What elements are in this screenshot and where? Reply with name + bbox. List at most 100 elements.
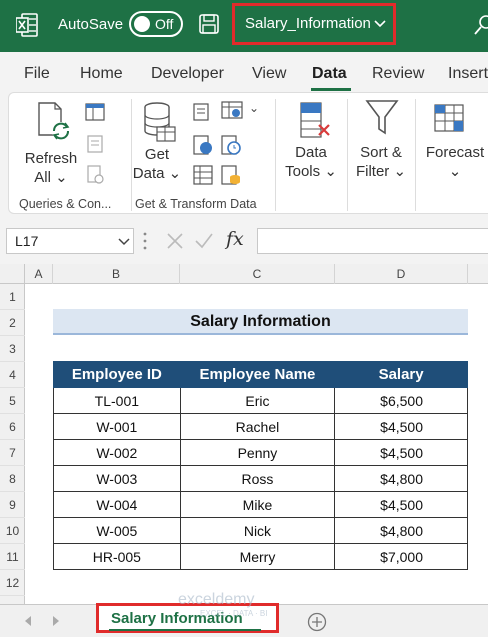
chevron-down-icon: ⌄ bbox=[324, 163, 337, 180]
row-header[interactable]: 8 bbox=[0, 466, 25, 492]
cancel-icon[interactable] bbox=[166, 232, 184, 250]
employee-id-cell[interactable]: TL-001 bbox=[53, 387, 181, 414]
table-row: W-005 Nick $4,800 bbox=[53, 517, 468, 544]
salary-cell[interactable]: $4,500 bbox=[334, 439, 468, 466]
tab-insert[interactable]: Insert bbox=[448, 65, 488, 83]
sheet-title-cell[interactable]: Salary Information bbox=[53, 309, 468, 335]
row-header[interactable]: 1 bbox=[0, 284, 25, 310]
row-header[interactable]: 9 bbox=[0, 492, 25, 518]
tab-file[interactable]: File bbox=[24, 65, 50, 83]
sheet-tab-bar: Salary Information exceldemy EXCEL · DAT… bbox=[0, 591, 488, 637]
properties-icon[interactable] bbox=[87, 135, 103, 153]
insert-function-icon[interactable]: fx bbox=[226, 228, 244, 250]
tab-review[interactable]: Review bbox=[372, 65, 424, 83]
header-employee-name[interactable]: Employee Name bbox=[179, 361, 336, 388]
table-row: HR-005 Merry $7,000 bbox=[53, 543, 468, 570]
toggle-knob bbox=[134, 16, 150, 32]
row-header[interactable]: 10 bbox=[0, 518, 25, 544]
employee-id-cell[interactable]: W-002 bbox=[53, 439, 181, 466]
column-header-b[interactable]: B bbox=[53, 264, 180, 284]
employee-id-cell[interactable]: W-005 bbox=[53, 517, 181, 544]
employee-id-cell[interactable]: HR-005 bbox=[53, 543, 181, 570]
chevron-left-icon[interactable] bbox=[24, 616, 32, 626]
row-header[interactable]: 12 bbox=[0, 570, 25, 596]
group-separator bbox=[415, 99, 416, 211]
employee-name-cell[interactable]: Eric bbox=[179, 387, 336, 414]
forecast-button[interactable]: Forecast ⌄ bbox=[421, 143, 488, 181]
refresh-all-button[interactable]: Refresh All ⌄ bbox=[23, 149, 79, 187]
add-sheet-icon[interactable] bbox=[307, 612, 327, 632]
autosave-toggle[interactable]: Off bbox=[129, 11, 183, 37]
recent-sources-icon[interactable] bbox=[221, 135, 241, 155]
name-box[interactable]: L17 bbox=[6, 228, 134, 254]
row-header[interactable]: 6 bbox=[0, 414, 25, 440]
column-header-d[interactable]: D bbox=[335, 264, 468, 284]
search-icon[interactable] bbox=[474, 14, 488, 36]
salary-cell[interactable]: $4,500 bbox=[334, 413, 468, 440]
row-header[interactable]: 5 bbox=[0, 388, 25, 414]
chevron-down-icon[interactable]: ⌄ bbox=[249, 101, 259, 115]
employee-name-cell[interactable]: Nick bbox=[179, 517, 336, 544]
row-header[interactable]: 4 bbox=[0, 362, 25, 388]
filename-dropdown[interactable]: Salary_Information bbox=[232, 3, 396, 45]
salary-cell[interactable]: $7,000 bbox=[334, 543, 468, 570]
salary-cell[interactable]: $6,500 bbox=[334, 387, 468, 414]
employee-id-cell[interactable]: W-004 bbox=[53, 491, 181, 518]
header-salary[interactable]: Salary bbox=[334, 361, 468, 388]
more-options-icon[interactable] bbox=[143, 232, 147, 250]
employee-name-cell[interactable]: Ross bbox=[179, 465, 336, 492]
chevron-down-icon bbox=[118, 238, 130, 246]
from-table-range-icon[interactable] bbox=[193, 165, 213, 185]
formula-input[interactable] bbox=[257, 228, 488, 254]
salary-cell[interactable]: $4,500 bbox=[334, 491, 468, 518]
queries-connections-icon[interactable] bbox=[85, 103, 105, 121]
header-employee-id[interactable]: Employee ID bbox=[53, 361, 181, 388]
salary-cell[interactable]: $4,800 bbox=[334, 465, 468, 492]
column-header-a[interactable]: A bbox=[25, 264, 53, 284]
save-icon[interactable] bbox=[198, 13, 220, 35]
chevron-right-icon[interactable] bbox=[52, 616, 60, 626]
employee-id-cell[interactable]: W-003 bbox=[53, 465, 181, 492]
active-tab-indicator bbox=[311, 88, 351, 91]
row-header[interactable]: 11 bbox=[0, 544, 25, 570]
employee-name-cell[interactable]: Penny bbox=[179, 439, 336, 466]
get-data-icon[interactable] bbox=[141, 101, 177, 143]
excel-logo-icon bbox=[16, 13, 38, 37]
employee-name-cell[interactable]: Rachel bbox=[179, 413, 336, 440]
existing-connections-icon[interactable] bbox=[221, 165, 241, 185]
filter-funnel-icon[interactable] bbox=[365, 99, 399, 139]
tab-developer[interactable]: Developer bbox=[151, 65, 224, 83]
autosave-label: AutoSave bbox=[58, 16, 124, 33]
tab-home[interactable]: Home bbox=[80, 65, 123, 83]
tab-view[interactable]: View bbox=[252, 65, 286, 83]
data-tools-button[interactable]: Data Tools ⌄ bbox=[285, 143, 337, 181]
from-web-table-icon[interactable] bbox=[221, 101, 243, 121]
title-bar: AutoSave Off Salary_Information bbox=[0, 0, 488, 52]
ribbon-panel: Refresh All ⌄ Queries & Con... Get Data … bbox=[8, 92, 488, 214]
exceldemy-watermark: exceldemy EXCEL · DATA · BI bbox=[178, 591, 267, 618]
refresh-all-icon[interactable] bbox=[35, 101, 75, 143]
from-web-icon[interactable] bbox=[193, 135, 213, 155]
enter-check-icon[interactable] bbox=[194, 232, 214, 250]
active-sheet-indicator bbox=[109, 629, 261, 631]
edit-links-icon[interactable] bbox=[87, 165, 105, 185]
ribbon: Refresh All ⌄ Queries & Con... Get Data … bbox=[0, 92, 488, 218]
salary-cell[interactable]: $4,800 bbox=[334, 517, 468, 544]
employee-name-cell[interactable]: Mike bbox=[179, 491, 336, 518]
get-data-button[interactable]: Get Data ⌄ bbox=[129, 145, 185, 183]
cell-reference: L17 bbox=[15, 233, 39, 249]
select-all-corner[interactable] bbox=[0, 264, 25, 284]
chevron-down-icon: ⌄ bbox=[55, 169, 68, 186]
employee-name-cell[interactable]: Merry bbox=[179, 543, 336, 570]
forecast-label: Forecast bbox=[425, 144, 485, 161]
sort-filter-button[interactable]: Sort & Filter ⌄ bbox=[351, 143, 411, 181]
data-tools-icon[interactable] bbox=[297, 101, 333, 141]
tab-data[interactable]: Data bbox=[312, 65, 347, 83]
row-header[interactable]: 7 bbox=[0, 440, 25, 466]
employee-id-cell[interactable]: W-001 bbox=[53, 413, 181, 440]
row-header[interactable]: 2 bbox=[0, 310, 25, 336]
forecast-icon[interactable] bbox=[433, 101, 469, 135]
from-text-csv-icon[interactable] bbox=[193, 103, 213, 121]
column-header-c[interactable]: C bbox=[180, 264, 335, 284]
row-header[interactable]: 3 bbox=[0, 336, 25, 362]
